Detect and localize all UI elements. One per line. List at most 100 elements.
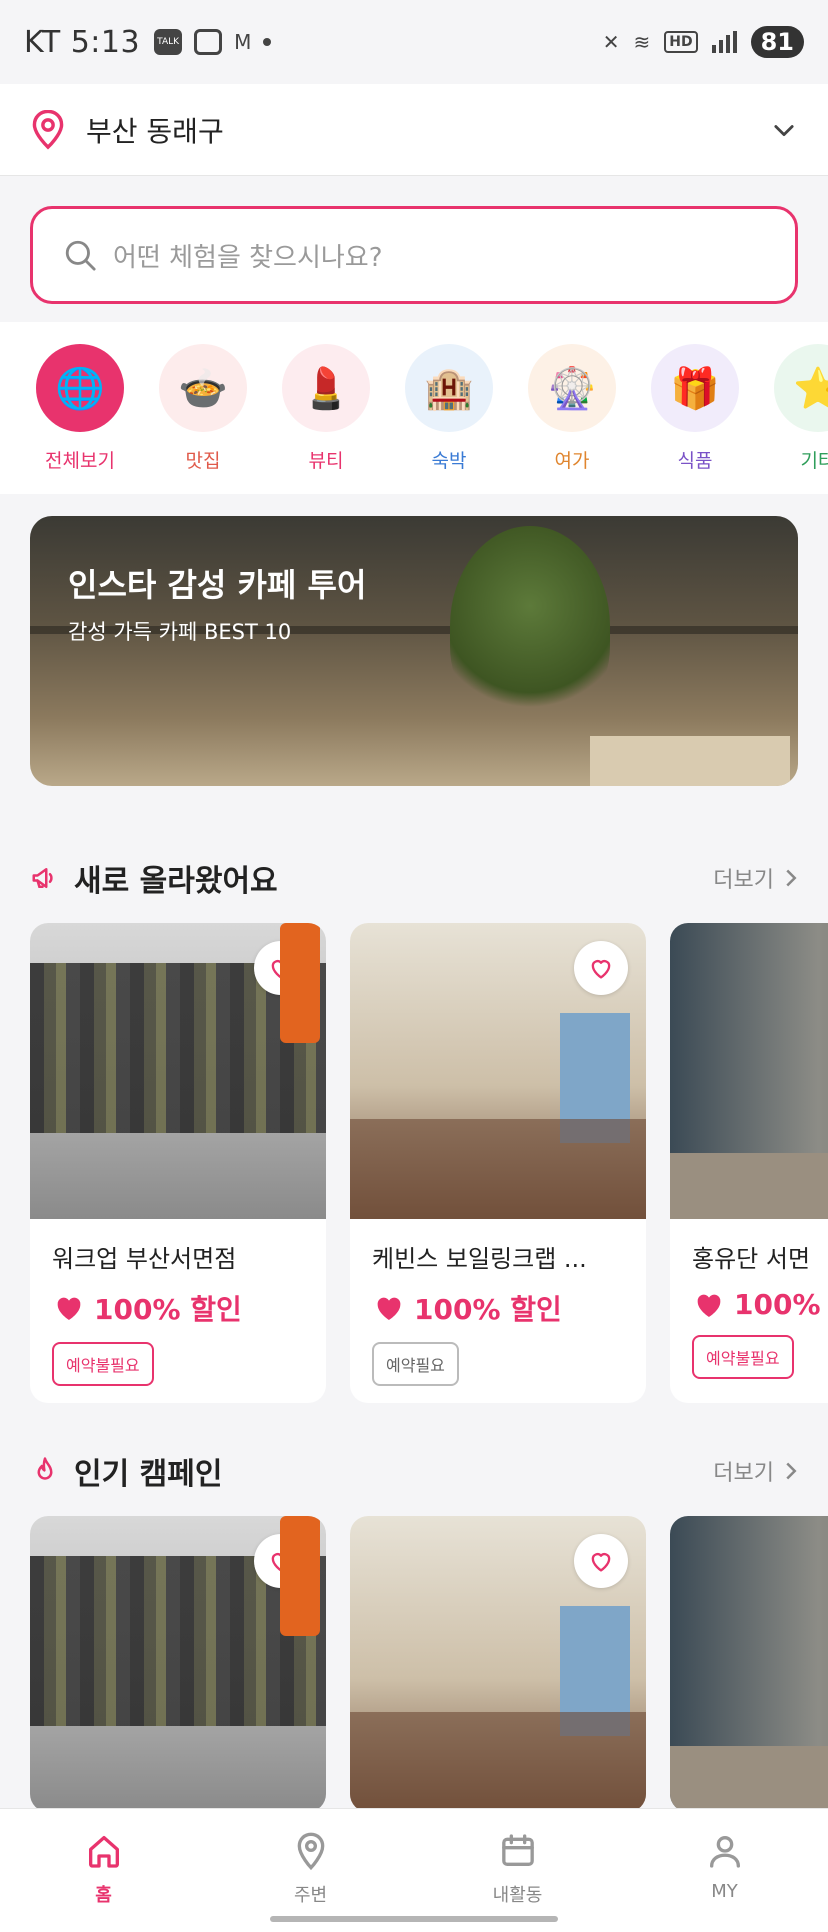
nav-item[interactable]: 주변 bbox=[207, 1809, 414, 1932]
card-body: 케빈스 보일링크랩 ... 100% 할인 예약필요 bbox=[350, 1219, 646, 1403]
card-image bbox=[30, 1516, 326, 1812]
heart-icon bbox=[267, 954, 295, 982]
hd-icon: HD bbox=[664, 31, 698, 53]
popular-section-title: 인기 캠페인 bbox=[74, 1457, 223, 1492]
nav-label: 내활동 bbox=[492, 1885, 543, 1906]
card-title: 홍유단 서면 bbox=[692, 1245, 811, 1273]
new-section-header: 새로 올라왔어요 더보기 bbox=[30, 853, 798, 903]
gift-icon: 🎁 bbox=[651, 344, 739, 432]
category-item[interactable]: 💄 뷰티 bbox=[282, 322, 370, 494]
category-row: 🌐 전체보기 🍲 맛집 💄 뷰티 🏨 숙박 🎡 여가 🎁 식품 ⭐ 기타 bbox=[0, 322, 828, 494]
card-image bbox=[670, 1516, 828, 1812]
campaign-card[interactable] bbox=[670, 1516, 828, 1812]
favorite-button[interactable] bbox=[254, 941, 308, 995]
campaign-card[interactable]: 워크업 부산서면점 100% 할인예약불필요 bbox=[30, 923, 326, 1403]
nav-label: MY bbox=[711, 1881, 738, 1902]
card-discount: 100% 할인 bbox=[372, 1288, 624, 1328]
nav-label: 홈 bbox=[95, 1885, 112, 1906]
search-icon bbox=[65, 240, 96, 271]
status-time: KT 5:13 bbox=[24, 24, 141, 60]
popular-card-list bbox=[30, 1516, 828, 1812]
card-body: 워크업 부산서면점 100% 할인예약불필요 bbox=[30, 1219, 326, 1403]
megaphone-icon bbox=[32, 868, 53, 888]
category-label: 기타 bbox=[800, 450, 828, 472]
banner-title: 인스타 감성 카페 투어 bbox=[68, 566, 367, 604]
chevron-right-icon bbox=[786, 1462, 797, 1480]
location-icon bbox=[297, 1832, 324, 1871]
heart-filled-icon bbox=[697, 1294, 721, 1317]
favorite-button[interactable] bbox=[574, 1534, 628, 1588]
card-body: 홍유단 서면 100% 예약불필요 bbox=[670, 1219, 828, 1403]
card-image bbox=[670, 923, 828, 1219]
promo-banner[interactable]: 인스타 감성 카페 투어 감성 가득 카페 BEST 10 bbox=[30, 516, 798, 786]
new-section-more-link[interactable]: 더보기 bbox=[713, 862, 798, 894]
category-label: 식품 bbox=[677, 450, 713, 472]
reservation-badge: 예약필요 bbox=[372, 1342, 459, 1386]
search-placeholder: 어떤 체험을 찾으시나요? bbox=[113, 242, 383, 273]
card-image bbox=[350, 923, 646, 1219]
reservation-badge: 예약불필요 bbox=[692, 1335, 794, 1379]
favorite-button[interactable] bbox=[574, 941, 628, 995]
search-input[interactable]: 어떤 체험을 찾으시나요? bbox=[30, 206, 798, 304]
popular-section-more-link[interactable]: 더보기 bbox=[713, 1455, 798, 1487]
more-label: 더보기 bbox=[713, 1461, 774, 1486]
category-label: 숙박 bbox=[431, 450, 467, 472]
home-icon bbox=[88, 1836, 119, 1868]
chevron-right-icon bbox=[786, 869, 797, 887]
chevron-down-icon[interactable] bbox=[770, 116, 798, 144]
card-image bbox=[350, 1516, 646, 1812]
heart-filled-icon bbox=[377, 1297, 401, 1320]
flame-icon bbox=[37, 1457, 53, 1480]
new-card-list: 워크업 부산서면점 100% 할인 예약불필요 케빈스 보일링크랩 ... 100% 할… bbox=[30, 923, 828, 1403]
location-selector[interactable]: 부산 동래구 bbox=[0, 84, 828, 176]
heart-icon bbox=[587, 1547, 615, 1575]
category-item[interactable]: 🏨 숙박 bbox=[405, 322, 493, 494]
discount-label: 100% bbox=[734, 1288, 821, 1321]
heart-icon bbox=[587, 954, 615, 982]
reservation-badge: 예약불필요 bbox=[52, 1342, 154, 1386]
heart-filled-icon bbox=[57, 1297, 81, 1320]
food-icon: 🍲 bbox=[159, 344, 247, 432]
discount-label: 100% 할인 bbox=[414, 1293, 562, 1326]
bottom-navigation: 홈 주변 내활동 MY bbox=[0, 1808, 828, 1932]
category-item[interactable]: ⭐ 기타 bbox=[774, 322, 828, 494]
notification-icons: TALK M bbox=[154, 29, 272, 55]
location-label: 부산 동래구 bbox=[86, 114, 224, 148]
map-pin-icon bbox=[32, 109, 64, 150]
nav-item[interactable]: 내활동 bbox=[414, 1809, 621, 1932]
campaign-card[interactable] bbox=[350, 1516, 646, 1812]
category-item[interactable]: 🌐 전체보기 bbox=[36, 322, 124, 494]
campaign-card[interactable]: 홍유단 서면 100% 예약불필요 bbox=[670, 923, 828, 1403]
banner-subtitle: 감성 가득 카페 BEST 10 bbox=[68, 620, 292, 644]
category-item[interactable]: 🎁 식품 bbox=[651, 322, 739, 494]
lipstick-icon: 💄 bbox=[282, 344, 370, 432]
nav-item[interactable]: 홈 bbox=[0, 1809, 207, 1932]
mute-icon: ✕ bbox=[602, 30, 620, 54]
favorite-button[interactable] bbox=[254, 1534, 308, 1588]
talk-icon: TALK bbox=[154, 29, 183, 55]
hotel-icon: 🏨 bbox=[405, 344, 493, 432]
wifi-icon: ≋ bbox=[633, 30, 651, 54]
battery-indicator: 81 bbox=[750, 26, 804, 58]
category-label: 뷰티 bbox=[308, 450, 344, 472]
card-discount: 100% 할인 bbox=[52, 1288, 304, 1328]
star-icon: ⭐ bbox=[774, 344, 828, 432]
category-item[interactable]: 🎡 여가 bbox=[528, 322, 616, 494]
discount-label: 100% 할인 bbox=[94, 1293, 242, 1326]
nav-item[interactable]: MY bbox=[621, 1809, 828, 1932]
category-item[interactable]: 🍲 맛집 bbox=[159, 322, 247, 494]
popular-section-header: 인기 캠페인 더보기 bbox=[30, 1446, 798, 1496]
system-icons: ✕ ≋ HD 81 bbox=[603, 26, 804, 58]
campaign-card[interactable] bbox=[30, 1516, 326, 1812]
category-label: 여가 bbox=[554, 450, 590, 472]
scan-icon bbox=[194, 29, 223, 55]
campaign-card[interactable]: 케빈스 보일링크랩 ... 100% 할인 예약필요 bbox=[350, 923, 646, 1403]
status-bar: KT 5:13 TALK M ✕ ≋ HD 81 bbox=[0, 0, 828, 84]
card-title: 워크업 부산서면점 bbox=[52, 1245, 237, 1273]
mail-icon: M bbox=[234, 30, 252, 54]
calendar-icon bbox=[501, 1834, 534, 1866]
card-image bbox=[30, 923, 326, 1219]
banner-image-detail bbox=[450, 526, 610, 726]
user-icon bbox=[709, 1836, 740, 1868]
banner-image-detail bbox=[590, 736, 790, 786]
